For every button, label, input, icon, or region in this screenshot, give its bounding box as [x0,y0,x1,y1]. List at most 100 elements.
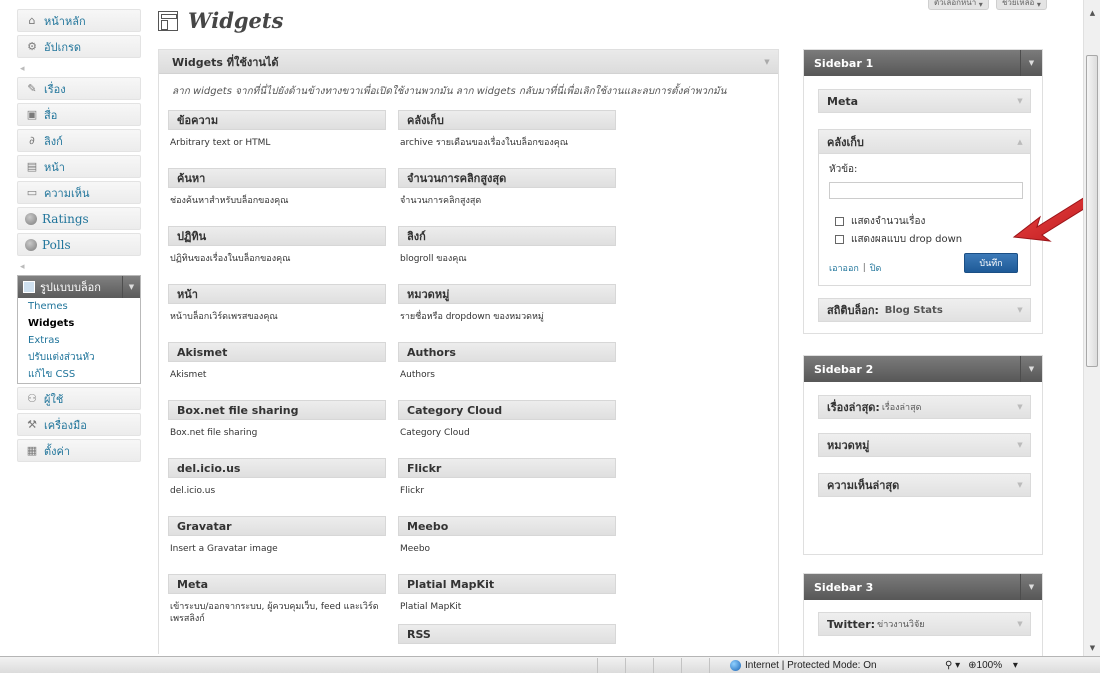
submenu-themes[interactable]: Themes [18,298,140,315]
display-dropdown-option[interactable]: แสดงผลแบบ drop down [835,232,1022,247]
widget-title[interactable]: Platial MapKit [398,574,616,594]
widget-description: Akismet [170,370,207,380]
widget-title[interactable]: ปฏิทิน [168,226,386,246]
title-field[interactable] [829,182,1023,199]
menu-appearance-head[interactable]: รูปแบบบล็อก ▼ [18,276,140,298]
widget-platial-mapkit[interactable]: Platial MapKit Platial MapKit [398,574,616,613]
widget-title[interactable]: Akismet [168,342,386,362]
sidebar-widget-recent-comments[interactable]: ความเห็นล่าสุด ▼ [818,473,1031,497]
widget-calendar[interactable]: ปฏิทิน ปฏิทินของเรื่องในบล็อกของคุณ [168,226,386,265]
widget-title[interactable]: del.icio.us [168,458,386,478]
widget-title[interactable]: RSS [398,624,616,644]
menu-users[interactable]: ⚇ ผู้ใช้ [17,387,141,410]
widget-delicious[interactable]: del.icio.us del.icio.us [168,458,386,497]
widget-title[interactable]: คลังเก็บ [398,110,616,130]
widget-title[interactable]: ข้อความ [168,110,386,130]
widget-pages[interactable]: หน้า หน้าบล็อกเวิร์ดเพรสของคุณ [168,284,386,323]
close-link[interactable]: ปิด [870,261,882,275]
widget-archives[interactable]: คลังเก็บ archive รายเดือนของเรื่องในบล็อ… [398,110,616,149]
menu-pages[interactable]: ▤ หน้า [17,155,141,178]
widget-gravatar[interactable]: Gravatar Insert a Gravatar image [168,516,386,555]
menu-tools[interactable]: ⚒ เครื่องมือ [17,413,141,436]
widget-authors[interactable]: Authors Authors [398,342,616,381]
sidebar-widget-title: หมวดหมู่ [827,439,870,452]
screen-options-tab[interactable]: ตัวเลือกหน้า ▾ [928,0,989,10]
security-zone[interactable]: Internet | Protected Mode: On [730,658,877,673]
protected-mode-icon[interactable]: ⚲ ▾ [945,660,960,671]
widget-categories[interactable]: หมวดหมู่ รายชื่อหรือ dropdown ของหมวดหมู… [398,284,616,323]
widget-meebo[interactable]: Meebo Meebo [398,516,616,555]
widget-title[interactable]: หมวดหมู่ [398,284,616,304]
sidebar-1: Sidebar 1 ▼ Meta ▼ คลังเก็บ ▲ หัวข้อ: แส… [803,49,1043,334]
menu-toggle-icon[interactable]: ▼ [122,276,140,298]
scroll-up-icon[interactable]: ▲ [1084,4,1100,21]
expand-arrow-icon[interactable]: ▼ [1010,434,1030,456]
widget-meta[interactable]: Meta เข้าระบบ/ออกจากระบบ, ผู้ควบคุมเว็บ,… [168,574,386,625]
collapse-arrow-icon[interactable]: ▼ [1020,356,1042,382]
widget-title[interactable]: Flickr [398,458,616,478]
expand-arrow-icon[interactable]: ▼ [1010,474,1030,496]
widget-category-cloud[interactable]: Category Cloud Category Cloud [398,400,616,439]
help-tab[interactable]: ช่วยเหลือ ▾ [996,0,1047,10]
collapse-arrow-icon[interactable]: ▼ [1020,574,1042,600]
zoom-control[interactable]: ⊕100% ▾ [968,660,1018,671]
sidebar-2-header[interactable]: Sidebar 2 ▼ [804,356,1042,382]
widget-boxnet[interactable]: Box.net file sharing Box.net file sharin… [168,400,386,439]
menu-ratings[interactable]: Ratings [17,207,141,230]
widget-akismet[interactable]: Akismet Akismet [168,342,386,381]
submenu-widgets[interactable]: Widgets [18,315,140,332]
sidebar-1-header[interactable]: Sidebar 1 ▼ [804,50,1042,76]
sidebar-widget-meta[interactable]: Meta ▼ [818,89,1031,113]
scroll-down-icon[interactable]: ▼ [1084,639,1100,656]
expand-arrow-icon[interactable]: ▼ [1010,396,1030,418]
widget-title[interactable]: ค้นหา [168,168,386,188]
sidebar-widget-recent-posts[interactable]: เรื่องล่าสุด: เรื่องล่าสุด ▼ [818,395,1031,419]
sidebar-widget-categories[interactable]: หมวดหมู่ ▼ [818,433,1031,457]
submenu-custom-header[interactable]: ปรับแต่งส่วนหัว [18,349,140,366]
widget-search[interactable]: ค้นหา ช่องค้นหาสำหรับบล็อกของคุณ [168,168,386,207]
menu-posts[interactable]: ✎ เรื่อง [17,77,141,100]
submenu-edit-css[interactable]: แก้ไข CSS [18,366,140,383]
collapse-arrow-icon[interactable]: ▲ [1010,130,1030,154]
widget-links[interactable]: ลิงก์ blogroll ของคุณ [398,226,616,265]
checkbox[interactable] [835,217,844,226]
sidebar-widget-twitter[interactable]: Twitter: ข่าวงานวิจัย ▼ [818,612,1031,636]
submenu-extras[interactable]: Extras [18,332,140,349]
checkbox[interactable] [835,235,844,244]
widget-title[interactable]: จำนวนการคลิกสูงสุด [398,168,616,188]
expand-arrow-icon[interactable]: ▼ [1010,613,1030,635]
expand-arrow-icon[interactable]: ▼ [1010,90,1030,112]
available-widgets-header[interactable]: Widgets ที่ใช้งานได้ ▼ [159,50,778,74]
remove-link[interactable]: เอาออก [829,261,859,275]
menu-settings[interactable]: ▦ ตั้งค่า [17,439,141,462]
widget-title[interactable]: หน้า [168,284,386,304]
widget-top-clicks[interactable]: จำนวนการคลิกสูงสุด จำนวนการคลิกสูงสุด [398,168,616,207]
menu-dashboard[interactable]: ⌂ หน้าหลัก [17,9,141,32]
menu-polls[interactable]: Polls [17,233,141,256]
widget-title[interactable]: Meebo [398,516,616,536]
scrollbar-thumb[interactable] [1086,55,1098,367]
vertical-scrollbar[interactable]: ▲ ▼ [1083,0,1100,656]
sidebar-widget-archives-open: คลังเก็บ ▲ หัวข้อ: แสดงจำนวนเรื่อง แสดงผ… [818,129,1031,286]
sidebar-widget-blog-stats[interactable]: สถิติบล็อก: Blog Stats ▼ [818,298,1031,322]
widget-title[interactable]: Authors [398,342,616,362]
widget-title[interactable]: Meta [168,574,386,594]
menu-updates[interactable]: ⚙ อัปเกรด [17,35,141,58]
widget-text[interactable]: ข้อความ Arbitrary text or HTML [168,110,386,149]
sidebar-widget-archives-header[interactable]: คลังเก็บ ▲ [819,130,1030,154]
sidebar-3-header[interactable]: Sidebar 3 ▼ [804,574,1042,600]
menu-comments[interactable]: ▭ ความเห็น [17,181,141,204]
menu-links[interactable]: ∂ ลิงก์ [17,129,141,152]
widget-flickr[interactable]: Flickr Flickr [398,458,616,497]
show-post-counts-option[interactable]: แสดงจำนวนเรื่อง [835,214,1022,229]
widget-title[interactable]: Box.net file sharing [168,400,386,420]
collapse-arrow-icon[interactable]: ▼ [756,50,778,74]
widget-rss[interactable]: RSS [398,624,616,651]
expand-arrow-icon[interactable]: ▼ [1010,299,1030,321]
menu-media[interactable]: ▣ สื่อ [17,103,141,126]
collapse-arrow-icon[interactable]: ▼ [1020,50,1042,76]
widget-title[interactable]: Category Cloud [398,400,616,420]
option-label: แสดงผลแบบ drop down [851,234,963,245]
widget-title[interactable]: ลิงก์ [398,226,616,246]
widget-title[interactable]: Gravatar [168,516,386,536]
